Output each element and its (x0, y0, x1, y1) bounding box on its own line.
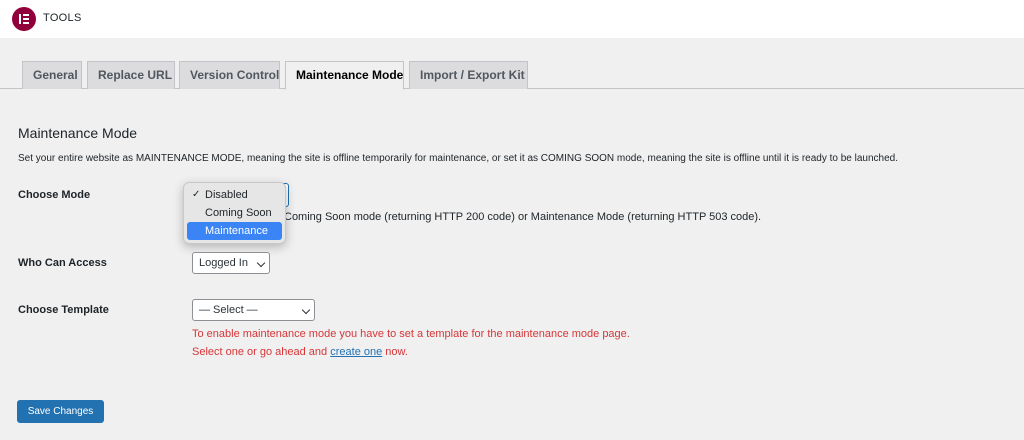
dropdown-option-disabled[interactable]: ✓ Disabled (187, 186, 282, 204)
chevron-down-icon (301, 305, 311, 315)
tab-import-export-kit[interactable]: Import / Export Kit (409, 61, 528, 89)
choose-mode-description: Coming Soon mode (returning HTTP 200 cod… (284, 211, 762, 223)
choose-mode-label: Choose Mode (18, 189, 91, 201)
warning-suffix: now. (385, 346, 408, 358)
option-label: Maintenance (205, 225, 268, 237)
tab-replace-url[interactable]: Replace URL (87, 61, 175, 89)
top-bar: TOOLS (0, 0, 1024, 38)
warning-prefix: Select one or go ahead and (192, 346, 328, 358)
dropdown-option-maintenance[interactable]: Maintenance (187, 222, 282, 240)
page-title: TOOLS (43, 12, 82, 24)
select-value: — Select — (199, 304, 258, 316)
chevron-down-icon (256, 258, 266, 268)
create-one-link[interactable]: create one (330, 346, 382, 358)
elementor-logo-icon (12, 7, 36, 31)
who-can-access-select[interactable]: Logged In (192, 252, 270, 274)
choose-mode-dropdown: ✓ Disabled Coming Soon Maintenance (183, 182, 286, 244)
check-icon: ✓ (192, 189, 201, 200)
section-title: Maintenance Mode (18, 125, 138, 141)
dropdown-option-coming-soon[interactable]: Coming Soon (187, 204, 282, 222)
option-label: Coming Soon (205, 207, 272, 219)
tab-version-control[interactable]: Version Control (179, 61, 280, 89)
choose-template-label: Choose Template (18, 304, 109, 316)
choose-template-select[interactable]: — Select — (192, 299, 315, 321)
template-warning-line2: Select one or go ahead and create one no… (192, 346, 408, 358)
who-can-access-label: Who Can Access (18, 257, 107, 269)
option-label: Disabled (205, 189, 248, 201)
tab-bar: General Replace URL Version Control Main… (0, 61, 1024, 90)
save-changes-button[interactable]: Save Changes (17, 400, 104, 423)
template-warning: To enable maintenance mode you have to s… (192, 328, 630, 340)
tab-maintenance-mode[interactable]: Maintenance Mode (285, 61, 404, 90)
section-description: Set your entire website as MAINTENANCE M… (18, 153, 899, 164)
select-value: Logged In (199, 257, 248, 269)
tab-general[interactable]: General (22, 61, 82, 89)
